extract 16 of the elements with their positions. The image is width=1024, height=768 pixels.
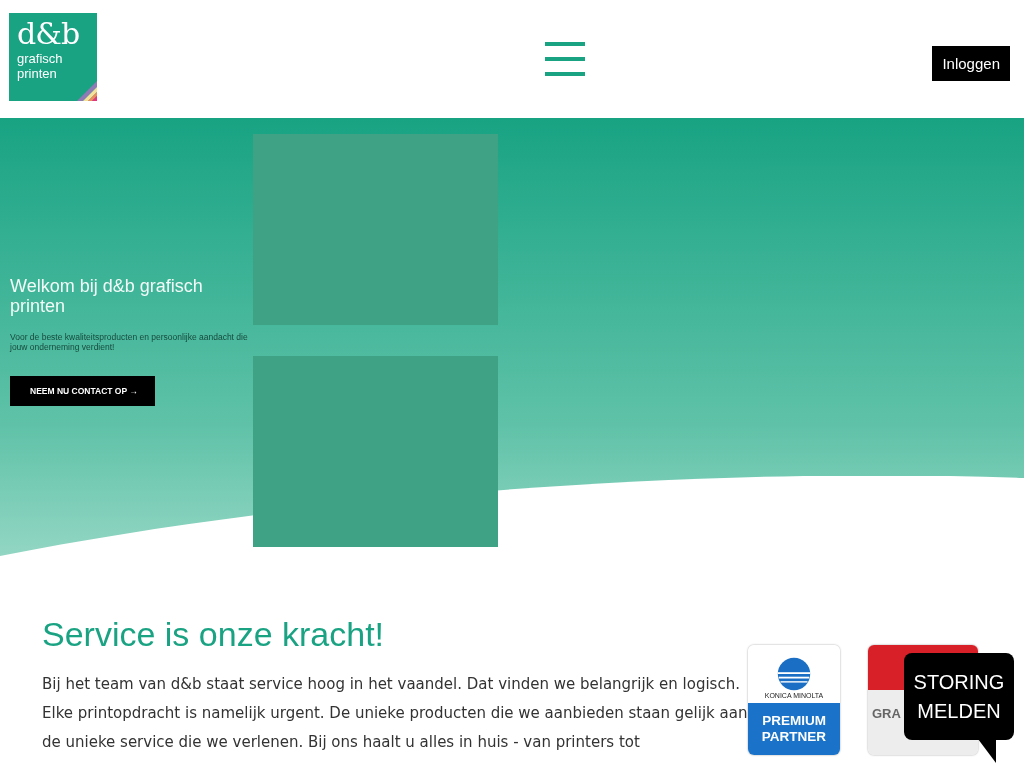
badge-label: PARTNER [761,729,827,745]
logo-tagline: grafisch [17,51,64,66]
logo-tagline: printen [17,66,58,81]
section-heading: Service is onze kracht! [42,614,386,654]
menu-icon[interactable] [544,42,585,76]
badge-label: PREMIUM [762,713,826,729]
badge-label: GRA [872,706,901,721]
report-button[interactable]: STORING MELDEN [904,653,1014,740]
login-button[interactable]: Inloggen [932,45,1010,81]
hero-title: Welkom bij d&b grafisch printen [10,276,204,316]
speech-tail-icon [978,739,996,763]
contact-button[interactable]: NEEM NU CONTACT OP → [10,376,155,406]
logo-mark: d&b [17,17,81,51]
globe-icon [776,656,812,692]
hero-subtitle: Voor de beste kwaliteitsproducten en persoonlijke aandacht die jouw onderneming verdient! [10,332,249,352]
body-text: Bij het team van d&b staat service hoog in het vaandel. Dat vinden we belangrijk en logisch. Elke printopdracht is namelijk urgent. De unieke producten die we aanbieden staan gelijk aan de unieke service die we verlenen. Bij ons haalt u alles in huis - van printers tot [42,674,749,753]
